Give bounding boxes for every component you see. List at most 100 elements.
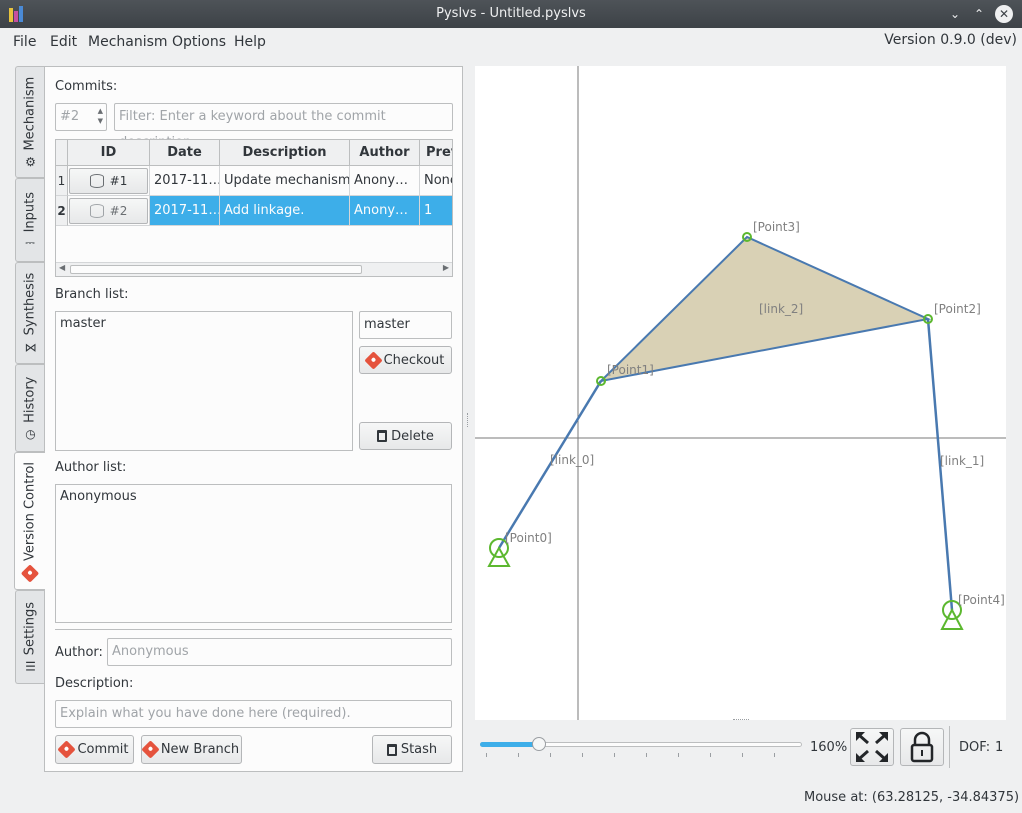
delete-branch-button[interactable]: Delete bbox=[359, 422, 452, 450]
version-label: Version 0.9.0 (dev) bbox=[884, 32, 1017, 48]
column-header-date[interactable]: Date bbox=[150, 140, 220, 166]
branch-list[interactable]: master bbox=[55, 311, 353, 451]
link-label: [link_1] bbox=[940, 454, 984, 468]
table-cell-date[interactable]: 2017-11… bbox=[150, 166, 220, 196]
table-cell-previous[interactable]: None bbox=[420, 166, 452, 196]
lock-button[interactable] bbox=[900, 728, 944, 766]
row-header[interactable]: 1 bbox=[56, 166, 68, 196]
lock-icon bbox=[910, 731, 934, 763]
author-input[interactable]: Anonymous bbox=[107, 638, 452, 666]
zoom-slider[interactable] bbox=[480, 737, 802, 762]
scroll-left-icon[interactable]: ◀ bbox=[59, 263, 65, 272]
plug-icon: ⎓ bbox=[25, 235, 35, 250]
git-icon bbox=[141, 740, 160, 759]
menu-file[interactable]: File bbox=[13, 34, 36, 50]
list-item[interactable]: Anonymous bbox=[60, 489, 447, 504]
commit-spinbox[interactable]: #2 ▲ ▼ bbox=[55, 103, 107, 131]
divider bbox=[55, 629, 452, 630]
database-icon bbox=[89, 204, 104, 218]
commits-label: Commits: bbox=[55, 79, 118, 94]
author-list[interactable]: Anonymous bbox=[55, 484, 452, 623]
dof-value: 1 bbox=[995, 740, 1004, 755]
column-header-description[interactable]: Description bbox=[220, 140, 350, 166]
commit-restore-button[interactable]: #2 bbox=[69, 198, 148, 224]
title-bar: Pyslvs - Untitled.pyslvs ⌄ ⌃ ✕ bbox=[0, 0, 1022, 28]
menu-bar: File Edit Mechanism Options Help Version… bbox=[0, 28, 1022, 54]
commit-button[interactable]: Commit bbox=[55, 735, 134, 764]
tab-history[interactable]: ◷ History bbox=[15, 364, 44, 452]
table-cell-description[interactable]: Add linkage. bbox=[220, 196, 350, 226]
version-control-panel: Commits: #2 ▲ ▼ Filter: Enter a keyword a… bbox=[44, 66, 463, 772]
tab-mechanism[interactable]: ⚙ Mechanism bbox=[15, 66, 44, 178]
splitter-handle[interactable] bbox=[467, 413, 468, 427]
mouse-position: Mouse at: (63.28125, -34.84375) bbox=[804, 790, 1020, 805]
slider-fill bbox=[480, 742, 539, 747]
table-cell-id: #1 bbox=[68, 166, 150, 196]
column-header-id[interactable]: ID bbox=[68, 140, 150, 166]
menu-options[interactable]: Options bbox=[172, 34, 226, 50]
slider-ticks bbox=[486, 753, 796, 757]
commit-filter-input[interactable]: Filter: Enter a keyword about the commit… bbox=[114, 103, 453, 150]
linkage-icon: ⋈ bbox=[24, 340, 36, 355]
scroll-right-icon[interactable]: ▶ bbox=[443, 263, 449, 272]
tab-settings[interactable]: ☰ Settings bbox=[15, 590, 44, 684]
menu-mechanism[interactable]: Mechanism bbox=[88, 34, 168, 50]
fit-screen-icon bbox=[856, 732, 888, 762]
table-cell-author[interactable]: Anony… bbox=[350, 166, 420, 196]
author-list-label: Author list: bbox=[55, 460, 127, 475]
commit-table[interactable]: ID Date Description Author Previ 1 #1 20… bbox=[55, 139, 453, 277]
gear-icon: ⚙ bbox=[24, 154, 36, 169]
git-icon bbox=[20, 564, 40, 583]
table-cell-date[interactable]: 2017-11… bbox=[150, 196, 220, 226]
trash-icon bbox=[386, 743, 397, 756]
tab-inputs[interactable]: ⎓ Inputs bbox=[15, 178, 44, 262]
status-bar: Mouse at: (63.28125, -34.84375) bbox=[0, 786, 1022, 813]
table-cell-author[interactable]: Anony… bbox=[350, 196, 420, 226]
table-cell-id: #2 bbox=[68, 196, 150, 226]
point-label: [Point1] bbox=[607, 363, 654, 377]
point-label: [Point2] bbox=[934, 302, 981, 316]
slider-handle[interactable] bbox=[532, 737, 546, 751]
tab-synthesis[interactable]: ⋈ Synthesis bbox=[15, 262, 44, 364]
new-branch-button[interactable]: New Branch bbox=[141, 735, 242, 764]
list-item[interactable]: master bbox=[60, 316, 348, 331]
sliders-icon: ☰ bbox=[24, 659, 36, 674]
branch-list-label: Branch list: bbox=[55, 287, 129, 302]
dof-label: DOF: bbox=[959, 740, 991, 755]
checkout-button[interactable]: Checkout bbox=[359, 346, 452, 374]
canvas-drawing[interactable]: [Point0] [Point1] [Point2] [Point3] [Poi… bbox=[475, 66, 1006, 720]
maximize-icon[interactable]: ⌃ bbox=[970, 5, 988, 23]
description-input[interactable]: Explain what you have done here (require… bbox=[55, 700, 452, 728]
zoom-to-fit-button[interactable] bbox=[850, 728, 894, 766]
link-label: [link_2] bbox=[759, 302, 803, 316]
commit-restore-button[interactable]: #1 bbox=[69, 168, 148, 194]
mechanism-canvas[interactable]: [Point0] [Point1] [Point2] [Point3] [Poi… bbox=[475, 66, 1006, 720]
current-branch-field: master bbox=[359, 311, 452, 339]
window-title: Pyslvs - Untitled.pyslvs bbox=[436, 6, 586, 21]
canvas-splitter-handle[interactable] bbox=[733, 719, 749, 720]
side-tab-bar: ⚙ Mechanism ⎓ Inputs ⋈ Synthesis ◷ History V… bbox=[14, 66, 45, 684]
table-cell-previous[interactable]: 1 bbox=[420, 196, 452, 226]
horizontal-scrollbar[interactable]: ◀ ▶ bbox=[56, 262, 452, 276]
spin-arrows-icon[interactable]: ▲ ▼ bbox=[98, 106, 103, 126]
column-header-previous[interactable]: Previ bbox=[420, 140, 452, 166]
point-label: [Point0] bbox=[505, 531, 552, 545]
panel-splitter[interactable] bbox=[466, 66, 470, 772]
table-cell-description[interactable]: Update mechanism. bbox=[220, 166, 350, 196]
minimize-icon[interactable]: ⌄ bbox=[946, 5, 964, 23]
row-header[interactable]: 2 bbox=[56, 196, 68, 226]
git-icon bbox=[363, 350, 383, 370]
scrollbar-thumb[interactable] bbox=[70, 265, 362, 274]
stash-button[interactable]: Stash bbox=[372, 735, 452, 764]
database-icon bbox=[89, 174, 104, 188]
zoom-value: 160% bbox=[810, 740, 848, 755]
git-icon bbox=[57, 740, 77, 759]
point-label: [Point4] bbox=[958, 593, 1005, 607]
menu-help[interactable]: Help bbox=[234, 34, 266, 50]
menu-edit[interactable]: Edit bbox=[50, 34, 77, 50]
table-corner bbox=[56, 140, 68, 166]
tab-version-control[interactable]: Version Control bbox=[14, 452, 45, 590]
column-header-author[interactable]: Author bbox=[350, 140, 420, 166]
point-label: [Point3] bbox=[753, 220, 800, 234]
close-icon[interactable]: ✕ bbox=[995, 5, 1013, 23]
